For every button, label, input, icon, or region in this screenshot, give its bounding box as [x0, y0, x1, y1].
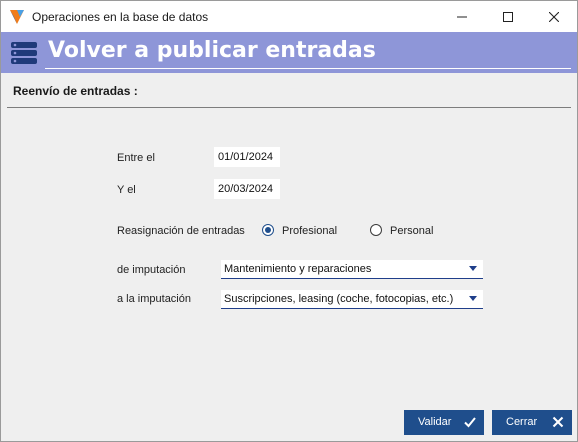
- header-band: Volver a publicar entradas: [1, 32, 577, 73]
- from-imputation-select[interactable]: Mantenimiento y reparaciones: [221, 260, 483, 279]
- to-date-field[interactable]: 20/03/2024: [214, 179, 280, 199]
- radio-personal-label[interactable]: Personal: [390, 225, 433, 237]
- reassign-label: Reasignación de entradas: [117, 225, 245, 237]
- database-list-icon: [11, 42, 37, 64]
- checkmark-icon: [464, 417, 476, 428]
- to-date-label: Y el: [117, 184, 136, 196]
- to-imputation-select[interactable]: Suscripciones, leasing (coche, fotocopia…: [221, 290, 483, 309]
- radio-professional[interactable]: [262, 224, 274, 236]
- minimize-button[interactable]: [439, 1, 485, 32]
- from-date-label: Entre el: [117, 152, 155, 164]
- dialog-window: Operaciones en la base de datos Volver a…: [0, 0, 578, 442]
- chevron-down-icon: [469, 266, 477, 271]
- maximize-icon: [503, 11, 513, 22]
- radio-personal[interactable]: [370, 224, 382, 236]
- section-title: Reenvío de entradas :: [13, 84, 138, 98]
- app-logo-icon: [10, 10, 24, 24]
- maximize-button[interactable]: [485, 1, 531, 32]
- radio-professional-label[interactable]: Profesional: [282, 225, 337, 237]
- section-divider: [7, 107, 571, 108]
- page-title: Volver a publicar entradas: [48, 38, 376, 63]
- validate-button[interactable]: Validar: [404, 410, 484, 435]
- from-date-field[interactable]: 01/01/2024: [214, 147, 280, 167]
- close-icon: [549, 11, 559, 22]
- close-button-label: Cerrar: [506, 416, 538, 428]
- validate-button-label: Validar: [418, 416, 452, 428]
- from-imputation-label: de imputación: [117, 264, 186, 276]
- close-window-button[interactable]: [531, 1, 577, 32]
- from-imputation-value: Mantenimiento y reparaciones: [224, 263, 372, 275]
- close-button[interactable]: Cerrar: [492, 410, 572, 435]
- window-title: Operaciones en la base de datos: [32, 10, 209, 24]
- to-imputation-value: Suscripciones, leasing (coche, fotocopia…: [224, 293, 454, 305]
- chevron-down-icon: [469, 296, 477, 301]
- minimize-icon: [457, 16, 467, 17]
- to-imputation-label: a la imputación: [117, 293, 191, 305]
- close-x-icon: [552, 416, 564, 428]
- header-underline: [45, 68, 571, 69]
- title-bar: Operaciones en la base de datos: [1, 1, 577, 32]
